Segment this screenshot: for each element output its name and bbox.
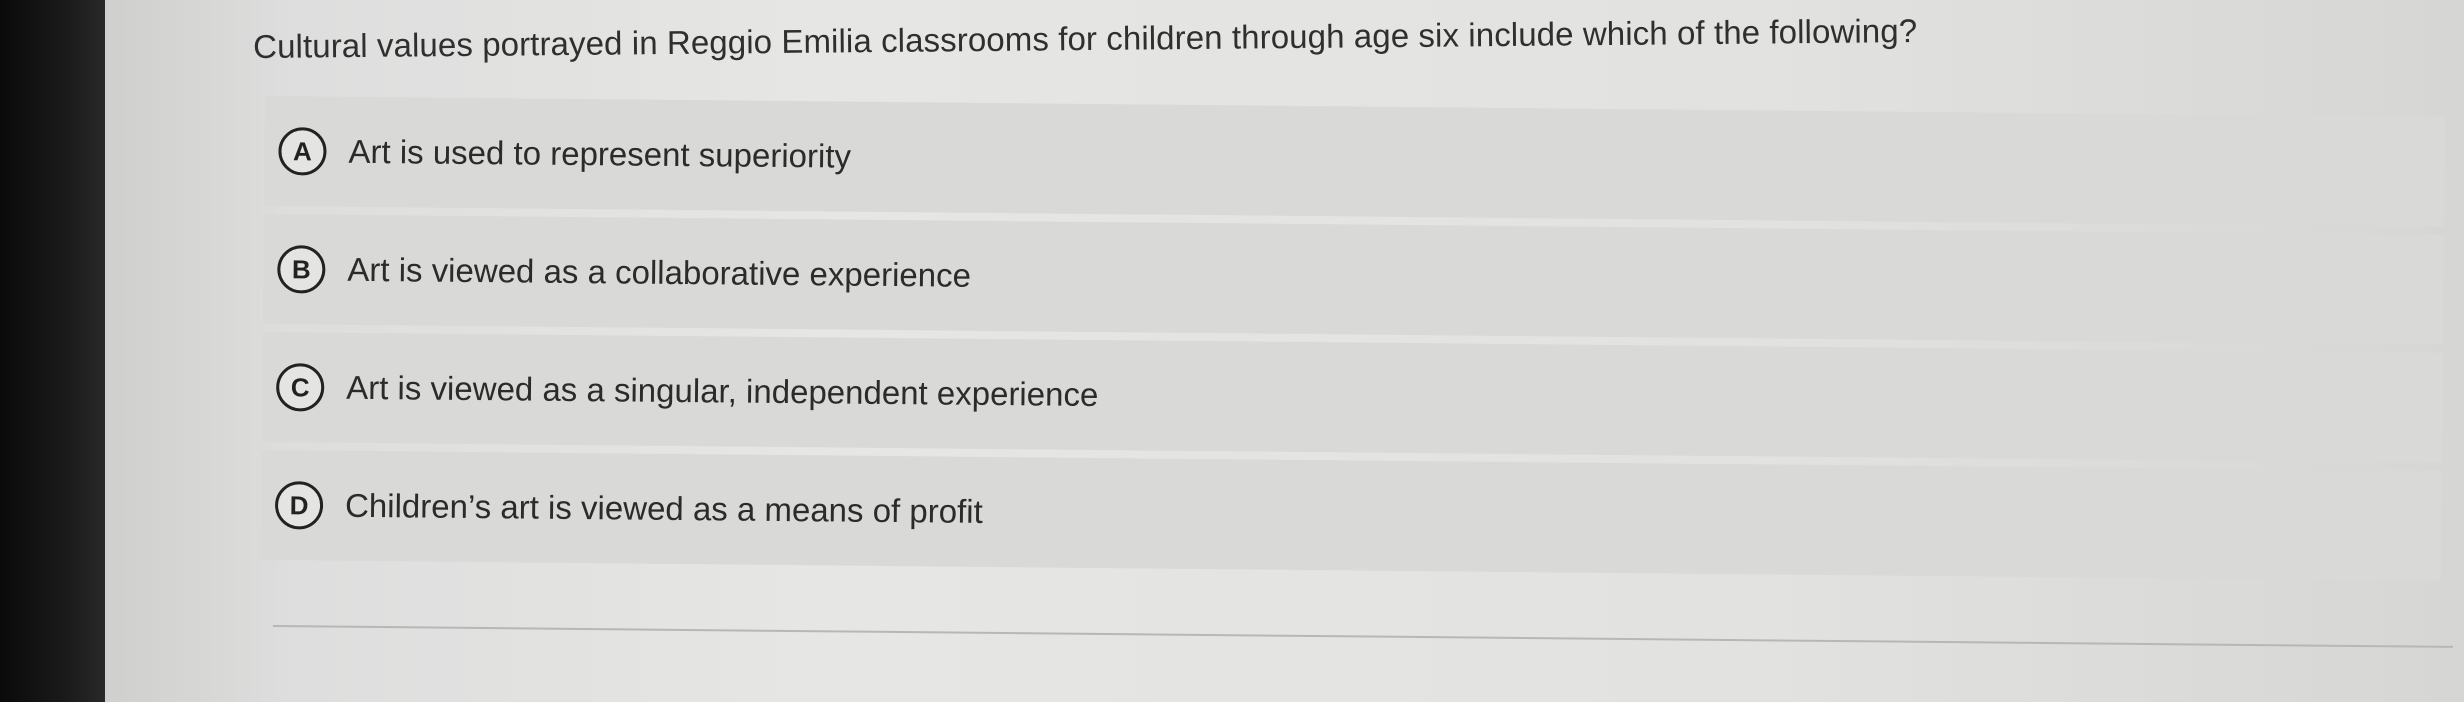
option-a-label: Art is used to represent superiority [348,132,852,175]
quiz-screen: Cultural values portrayed in Reggio Emil… [105,0,2464,702]
option-b-label: Art is viewed as a collaborative experie… [347,250,972,294]
option-d-letter-badge: D [274,481,324,530]
option-a-letter-badge: A [278,127,327,176]
question-text: Cultural values portrayed in Reggio Emil… [253,12,1918,65]
option-b[interactable]: B Art is viewed as a collaborative exper… [262,213,2444,345]
section-divider [272,625,2453,648]
option-c-letter-badge: C [275,363,325,412]
option-b-letter-badge: B [277,245,326,294]
option-a[interactable]: A Art is used to represent superiority [263,96,2445,227]
monitor-bezel [0,0,110,702]
option-d-label: Children’s art is viewed as a means of p… [344,486,983,530]
option-c[interactable]: C Art is viewed as a singular, independe… [261,331,2443,463]
option-d[interactable]: D Children’s art is viewed as a means of… [260,449,2442,581]
option-c-label: Art is viewed as a singular, independent… [346,368,1099,414]
answer-options: A Art is used to represent superiority B… [260,96,2445,589]
